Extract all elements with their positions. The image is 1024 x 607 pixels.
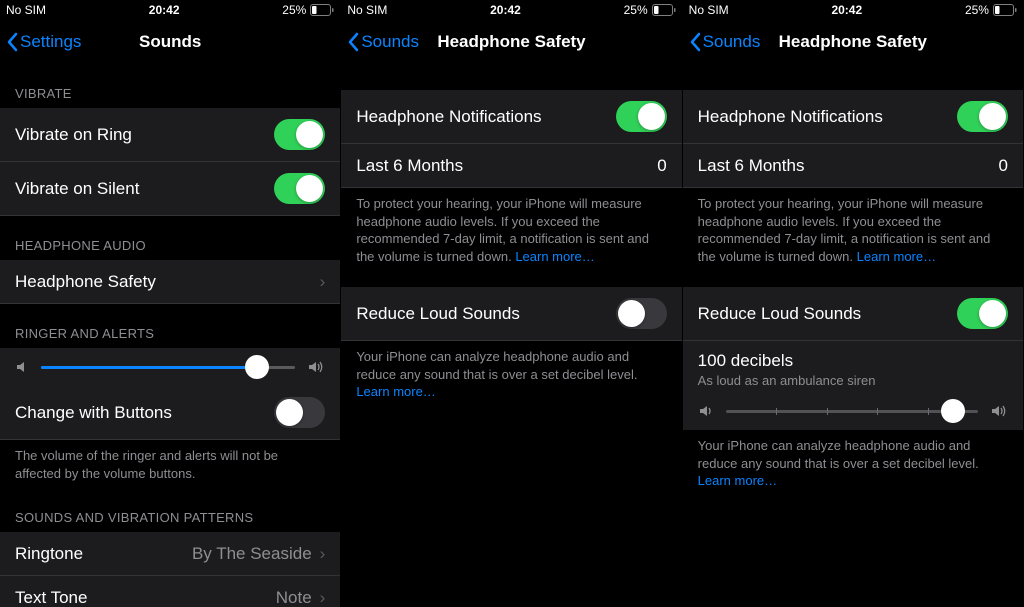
- vibrate-on-ring-row[interactable]: Vibrate on Ring: [0, 108, 340, 162]
- status-bar: No SIM 20:42 25%: [0, 0, 340, 20]
- chevron-left-icon: [689, 32, 701, 52]
- chevron-left-icon: [6, 32, 18, 52]
- speaker-high-icon: [307, 360, 325, 374]
- text-tone-row[interactable]: Text Tone Note›: [0, 576, 340, 607]
- hearing-footer: To protect your hearing, your iPhone wil…: [341, 188, 681, 279]
- battery-icon: [993, 4, 1017, 16]
- headphone-audio-header: HEADPHONE AUDIO: [0, 216, 340, 260]
- speaker-low-icon: [15, 360, 29, 374]
- decibel-sub: As loud as an ambulance siren: [698, 373, 1008, 388]
- row-label: Reduce Loud Sounds: [356, 304, 520, 324]
- chevron-left-icon: [347, 32, 359, 52]
- slider-thumb[interactable]: [245, 355, 269, 379]
- reduce-loud-sounds-toggle[interactable]: [957, 298, 1008, 329]
- vibrate-ring-toggle[interactable]: [274, 119, 325, 150]
- last-6-months-value: 0: [657, 156, 666, 176]
- status-bar: No SIM 20:42 25%: [341, 0, 681, 20]
- headphone-notifications-toggle[interactable]: [957, 101, 1008, 132]
- back-label: Sounds: [361, 32, 419, 52]
- battery-icon: [652, 4, 676, 16]
- row-label: Headphone Notifications: [356, 107, 541, 127]
- clock: 20:42: [490, 3, 521, 17]
- speaker-high-icon: [990, 404, 1008, 418]
- row-label: Last 6 Months: [698, 156, 805, 176]
- battery-percent: 25%: [282, 3, 306, 17]
- change-with-buttons-row[interactable]: Change with Buttons: [0, 386, 340, 440]
- reduce-loud-sounds-row[interactable]: Reduce Loud Sounds: [683, 287, 1023, 341]
- vibrate-on-silent-row[interactable]: Vibrate on Silent: [0, 162, 340, 216]
- row-label: Reduce Loud Sounds: [698, 304, 862, 324]
- clock: 20:42: [831, 3, 862, 17]
- chevron-right-icon: ›: [320, 588, 326, 607]
- row-label: Last 6 Months: [356, 156, 463, 176]
- slider-track[interactable]: [41, 366, 295, 369]
- nav-bar: Settings Sounds: [0, 20, 340, 64]
- back-label: Settings: [20, 32, 81, 52]
- hearing-footer: To protect your hearing, your iPhone wil…: [683, 188, 1023, 279]
- chevron-right-icon: ›: [320, 272, 326, 292]
- back-button[interactable]: Sounds: [689, 32, 761, 52]
- clock: 20:42: [149, 3, 180, 17]
- reduce-loud-sounds-toggle[interactable]: [616, 298, 667, 329]
- slider-thumb[interactable]: [941, 399, 965, 423]
- patterns-header: SOUNDS AND VIBRATION PATTERNS: [0, 496, 340, 532]
- headphone-notifications-row[interactable]: Headphone Notifications: [683, 90, 1023, 144]
- screen-headphone-safety-on: No SIM 20:42 25% Sounds Headphone Safety…: [683, 0, 1024, 607]
- chevron-right-icon: ›: [320, 544, 326, 564]
- battery-percent: 25%: [624, 3, 648, 17]
- battery-percent: 25%: [965, 3, 989, 17]
- speaker-low-icon: [698, 404, 714, 418]
- nav-bar: Sounds Headphone Safety: [341, 20, 681, 64]
- row-label: Ringtone: [15, 544, 83, 564]
- learn-more-link[interactable]: Learn more…: [356, 384, 435, 399]
- reduce-loud-sounds-row[interactable]: Reduce Loud Sounds: [341, 287, 681, 341]
- row-label: Headphone Safety: [15, 272, 156, 292]
- headphone-notifications-row[interactable]: Headphone Notifications: [341, 90, 681, 144]
- back-label: Sounds: [703, 32, 761, 52]
- ringtone-row[interactable]: Ringtone By The Seaside›: [0, 532, 340, 576]
- change-with-buttons-toggle[interactable]: [274, 397, 325, 428]
- decibel-readout: 100 decibels As loud as an ambulance sir…: [683, 341, 1023, 392]
- last-6-months-row[interactable]: Last 6 Months 0: [341, 144, 681, 188]
- learn-more-link[interactable]: Learn more…: [857, 249, 936, 264]
- battery-icon: [310, 4, 334, 16]
- row-label: Change with Buttons: [15, 403, 172, 423]
- headphone-safety-row[interactable]: Headphone Safety ›: [0, 260, 340, 304]
- decibel-value: 100 decibels: [698, 351, 1008, 371]
- row-label: Headphone Notifications: [698, 107, 883, 127]
- back-button[interactable]: Sounds: [347, 32, 419, 52]
- vibrate-header: VIBRATE: [0, 64, 340, 108]
- slider-track[interactable]: [726, 410, 978, 413]
- carrier: No SIM: [6, 3, 46, 17]
- last-6-months-row[interactable]: Last 6 Months 0: [683, 144, 1023, 188]
- learn-more-link[interactable]: Learn more…: [698, 473, 777, 488]
- row-label: Vibrate on Ring: [15, 125, 132, 145]
- back-button[interactable]: Settings: [6, 32, 81, 52]
- reduce-footer: Your iPhone can analyze headphone audio …: [341, 341, 681, 415]
- ringer-footer: The volume of the ringer and alerts will…: [0, 440, 340, 496]
- last-6-months-value: 0: [999, 156, 1008, 176]
- row-label: Text Tone: [15, 588, 87, 607]
- ringer-alerts-header: RINGER AND ALERTS: [0, 304, 340, 348]
- learn-more-link[interactable]: Learn more…: [515, 249, 594, 264]
- ringer-volume-slider[interactable]: [0, 348, 340, 386]
- carrier: No SIM: [689, 3, 729, 17]
- reduce-footer: Your iPhone can analyze headphone audio …: [683, 430, 1023, 504]
- vibrate-silent-toggle[interactable]: [274, 173, 325, 204]
- decibel-slider[interactable]: [683, 392, 1023, 430]
- screen-headphone-safety-off: No SIM 20:42 25% Sounds Headphone Safety…: [341, 0, 682, 607]
- headphone-notifications-toggle[interactable]: [616, 101, 667, 132]
- screen-sounds: No SIM 20:42 25% Settings Sounds VIBRATE…: [0, 0, 341, 607]
- carrier: No SIM: [347, 3, 387, 17]
- nav-bar: Sounds Headphone Safety: [683, 20, 1023, 64]
- status-bar: No SIM 20:42 25%: [683, 0, 1023, 20]
- row-label: Vibrate on Silent: [15, 179, 139, 199]
